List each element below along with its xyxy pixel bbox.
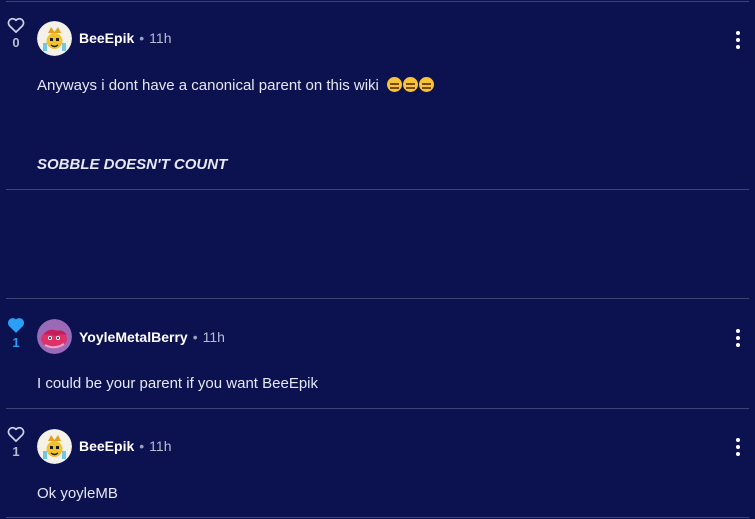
avatar[interactable] <box>37 21 72 56</box>
comment-text-content: Anyways i dont have a canonical parent o… <box>37 77 379 94</box>
comment-text: I could be your parent if you want BeeEp… <box>37 375 319 392</box>
username[interactable]: BeeEpik <box>79 438 134 454</box>
vote-control: 1 <box>5 317 27 350</box>
vote-control: 0 <box>5 17 27 50</box>
username[interactable]: YoyleMetalBerry <box>79 329 188 345</box>
comment: 1 BeeEpik • 11h Ok yoyleMB <box>0 409 755 517</box>
more-options-icon[interactable] <box>735 31 741 52</box>
comment-meta: BeeEpik • 11h <box>79 30 171 46</box>
comment-meta: YoyleMetalBerry • 11h <box>79 329 225 345</box>
avatar[interactable] <box>37 429 72 464</box>
comment-text: Ok yoyleMB <box>37 485 118 502</box>
divider <box>6 517 749 518</box>
comment-text: Anyways i dont have a canonical parent o… <box>37 77 435 94</box>
heart-filled-icon[interactable] <box>7 317 25 333</box>
separator-dot: • <box>139 438 145 454</box>
username[interactable]: BeeEpik <box>79 30 134 46</box>
vote-count: 0 <box>12 35 20 50</box>
avatar[interactable] <box>37 319 72 354</box>
more-options-icon[interactable] <box>735 438 741 459</box>
heart-outline-icon[interactable] <box>7 17 25 33</box>
timestamp[interactable]: 11h <box>149 30 171 46</box>
timestamp[interactable]: 11h <box>203 329 225 345</box>
more-options-icon[interactable] <box>735 329 741 350</box>
vote-count: 1 <box>12 444 20 459</box>
divider <box>6 189 749 190</box>
comment-emphasis-text: SOBBLE DOESN'T COUNT <box>37 156 228 173</box>
comment-meta: BeeEpik • 11h <box>79 438 171 454</box>
expressionless-emoji-icon <box>403 77 419 92</box>
timestamp[interactable]: 11h <box>149 438 171 454</box>
separator-dot: • <box>139 30 145 46</box>
expressionless-emoji-icon <box>387 77 403 92</box>
comment: 1 YoyleMetalBerry • 11h I could be your pa… <box>0 299 755 408</box>
vote-control: 1 <box>5 426 27 459</box>
separator-dot: • <box>192 329 198 345</box>
expressionless-emoji-icon <box>419 77 435 92</box>
vote-count: 1 <box>12 335 20 350</box>
heart-outline-icon[interactable] <box>7 426 25 442</box>
comment: 0 BeeEpik • 11h Anyways i dont have a cano… <box>0 0 755 189</box>
